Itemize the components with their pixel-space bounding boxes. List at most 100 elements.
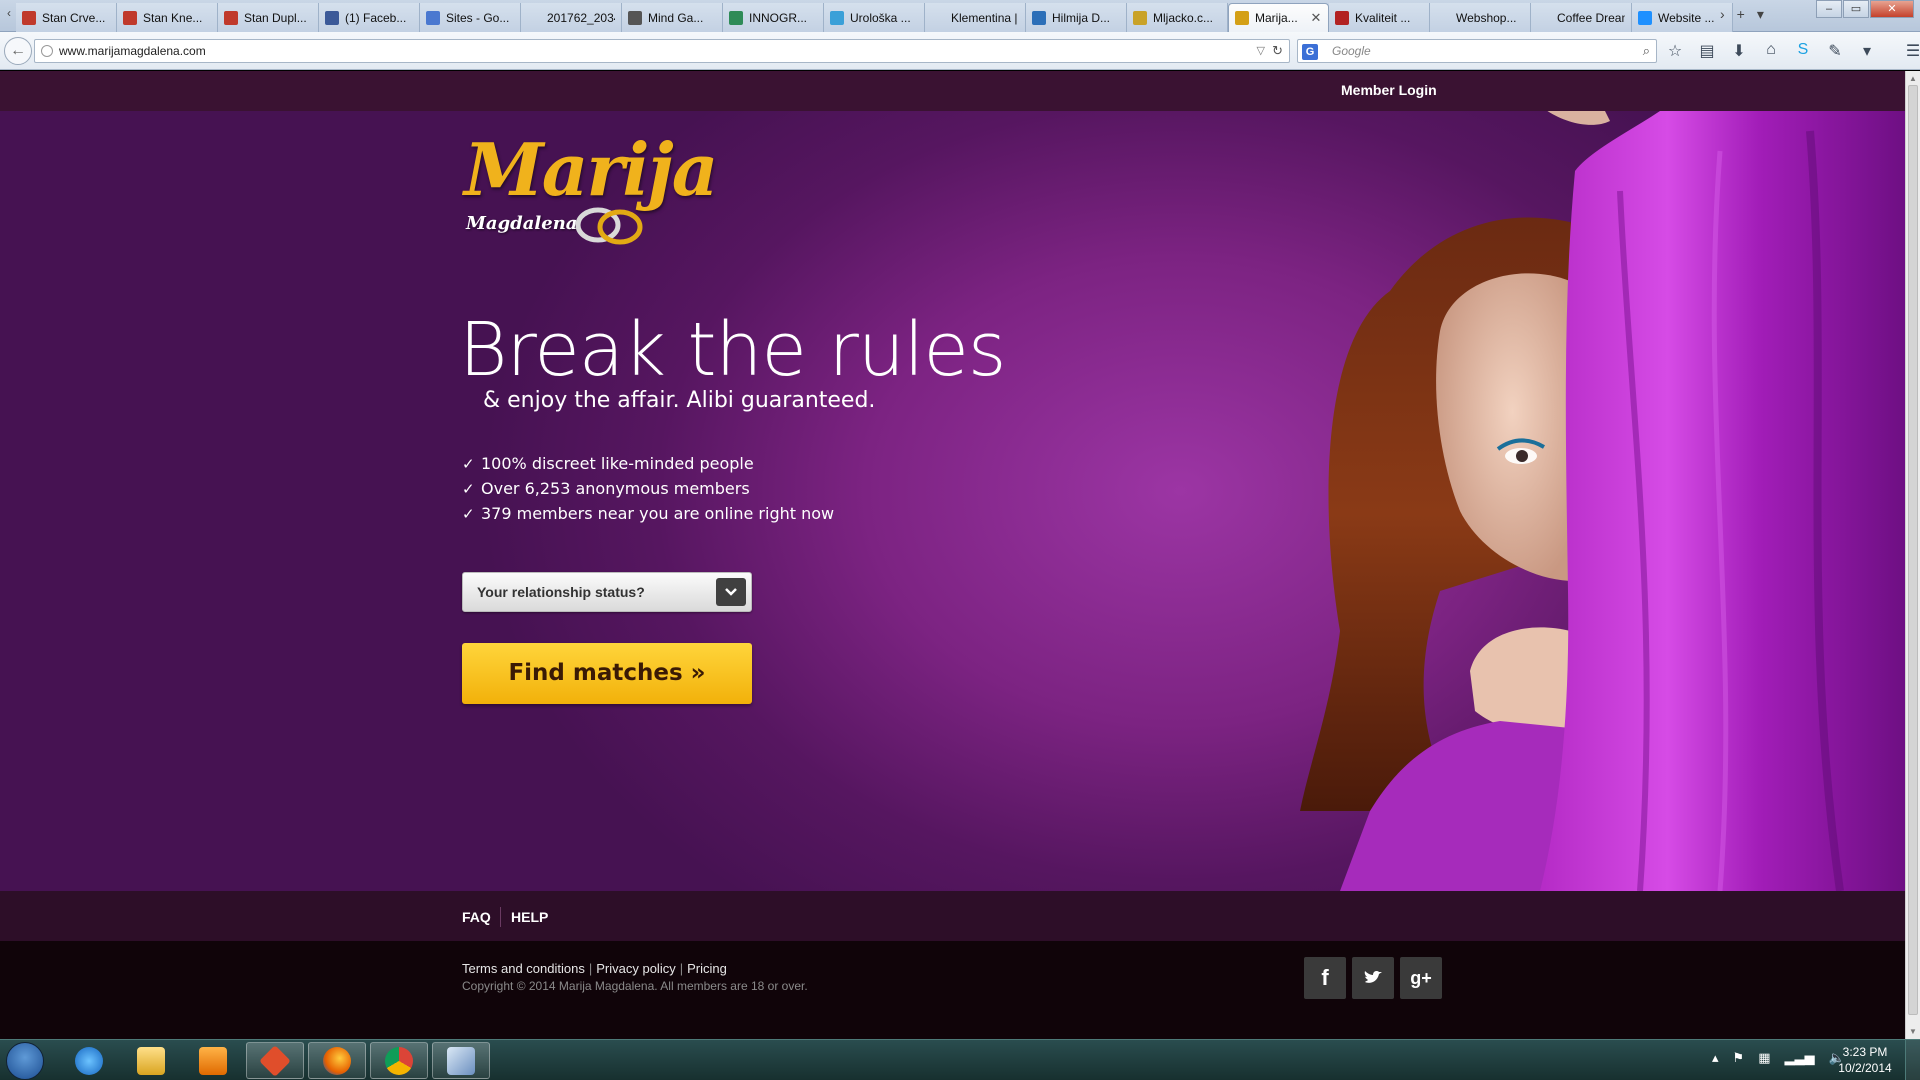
- w-icon: [1436, 11, 1450, 25]
- scrollbar-thumb[interactable]: [1908, 85, 1918, 1015]
- tab-list-icon[interactable]: ▾: [1757, 6, 1764, 23]
- feature-item: ✓ 379 members near you are online right n…: [462, 501, 834, 526]
- chrome-icon[interactable]: [370, 1042, 428, 1079]
- clock-time: 3:23 PM: [1842, 1045, 1888, 1059]
- scroll-up-icon[interactable]: ▲: [1909, 74, 1917, 83]
- page-icon: [729, 10, 743, 25]
- relationship-status-select[interactable]: Your relationship status?: [462, 572, 752, 612]
- windows-taskbar: ▴ ⚑ ▦ ▂▃▅ 🔈 3:23 PM 10/2/2014: [0, 1039, 1920, 1080]
- internet-explorer-icon[interactable]: [60, 1042, 118, 1079]
- pricing-link[interactable]: Pricing: [687, 961, 727, 976]
- logo-subtitle: Magdalena: [466, 213, 578, 234]
- hero-woman-curtain-image: [1300, 111, 1905, 891]
- skype-icon[interactable]: S: [1794, 41, 1812, 61]
- browser-tab[interactable]: Kvaliteit ...: [1329, 3, 1430, 32]
- google-search-engine-icon[interactable]: G: [1302, 44, 1318, 60]
- start-button[interactable]: [6, 1042, 44, 1080]
- site-logo[interactable]: Marija Magdalena: [462, 127, 718, 253]
- maximize-icon[interactable]: ▭: [1843, 0, 1869, 18]
- network-icon[interactable]: ▂▃▅: [1784, 1050, 1814, 1066]
- google-plus-icon[interactable]: g+: [1400, 957, 1442, 999]
- browser-tab[interactable]: Marija... ✕: [1228, 3, 1329, 32]
- browser-tab[interactable]: Urološka ...: [824, 3, 925, 32]
- media-player-icon[interactable]: [184, 1042, 242, 1079]
- addon-icon[interactable]: ✎: [1826, 41, 1844, 61]
- window-close-icon[interactable]: ✕: [1870, 0, 1914, 18]
- tab-title: (1) Faceb...: [345, 10, 407, 25]
- browser-tab[interactable]: Stan Crve...: [16, 3, 117, 32]
- browser-tab[interactable]: Hilmija D...: [1026, 3, 1127, 32]
- virtualbox-icon[interactable]: [432, 1042, 490, 1079]
- tray-expand-icon[interactable]: ▴: [1712, 1050, 1719, 1066]
- browser-tab[interactable]: Coffee Dream...: [1531, 3, 1632, 32]
- browser-tab[interactable]: Webshop...: [1430, 3, 1531, 32]
- hero-subheadline: & enjoy the affair. Alibi guaranteed.: [483, 388, 876, 413]
- bookmarks-menu-icon[interactable]: ▤: [1698, 41, 1716, 61]
- minimize-icon[interactable]: ‒: [1816, 0, 1842, 18]
- tab-strip: Stan Crve... Stan Kne... Stan Dupl... (1) F…: [16, 3, 1733, 32]
- twitter-icon[interactable]: [1352, 957, 1394, 999]
- checkmark-icon: ✓: [462, 454, 475, 473]
- page-viewport: Member Login Marija Magdalena Break the …: [0, 71, 1905, 1039]
- privacy-link[interactable]: Privacy policy: [596, 961, 675, 976]
- home-icon[interactable]: ⌂: [1762, 41, 1780, 61]
- git-icon[interactable]: [246, 1042, 304, 1079]
- facebook-icon[interactable]: f: [1304, 957, 1346, 999]
- rings-icon: [1235, 11, 1249, 25]
- hamburger-menu-icon[interactable]: ☰: [1904, 41, 1920, 61]
- tab-title: INNOGR...: [749, 10, 808, 25]
- action-center-flag-icon[interactable]: ⚑: [1733, 1050, 1745, 1066]
- reload-icon[interactable]: ↻: [1272, 43, 1283, 59]
- terms-link[interactable]: Terms and conditions: [462, 961, 585, 976]
- back-arrow-icon: ←: [10, 42, 26, 59]
- facebook-icon: [325, 10, 339, 25]
- tab-title: Marija...: [1255, 11, 1298, 25]
- show-desktop-button[interactable]: [1905, 1040, 1920, 1080]
- browser-tab[interactable]: Stan Dupl...: [218, 3, 319, 32]
- tab-scroll-left-icon[interactable]: ‹: [2, 6, 16, 26]
- tray-app-icon[interactable]: ▦: [1758, 1050, 1770, 1066]
- tab-title: Stan Crve...: [42, 10, 106, 25]
- footer-bottom: Terms and conditions | Privacy policy | Pric…: [0, 941, 1905, 1039]
- tab-close-icon[interactable]: ✕: [1310, 10, 1322, 26]
- browser-tab[interactable]: Mind Ga...: [622, 3, 723, 32]
- help-link[interactable]: HELP: [511, 909, 548, 925]
- tab-title: Website ...: [1658, 10, 1715, 25]
- chevron-down-icon[interactable]: [716, 578, 746, 606]
- feature-item: ✓ Over 6,253 anonymous members: [462, 476, 834, 501]
- find-matches-button[interactable]: Find matches »: [462, 643, 752, 704]
- cat-icon: [1133, 10, 1147, 25]
- back-button[interactable]: ←: [4, 37, 32, 65]
- file-explorer-icon[interactable]: [122, 1042, 180, 1079]
- member-login-link[interactable]: Member Login: [1341, 82, 1437, 98]
- wedding-rings-icon: [575, 207, 643, 245]
- page-scrollbar[interactable]: ▲ ▼: [1905, 71, 1920, 1039]
- relationship-status-label: Your relationship status?: [477, 584, 645, 600]
- browser-tab[interactable]: Website ...: [1632, 3, 1733, 32]
- copyright-text: Copyright © 2014 Marija Magdalena. All m…: [462, 979, 808, 993]
- url-history-dropdown-icon[interactable]: ▽: [1257, 44, 1265, 57]
- site-identity-icon[interactable]: [41, 45, 53, 57]
- feature-text: 100% discreet like-minded people: [481, 454, 754, 473]
- tab-title: Mind Ga...: [648, 10, 704, 25]
- browser-tab[interactable]: Mljacko.c...: [1127, 3, 1228, 32]
- firefox-icon[interactable]: [308, 1042, 366, 1079]
- taskbar-clock[interactable]: 3:23 PM 10/2/2014: [1820, 1044, 1910, 1076]
- downloads-icon[interactable]: ⬇: [1730, 41, 1748, 61]
- faq-link[interactable]: FAQ: [462, 909, 491, 925]
- browser-tab[interactable]: Klementina | ...: [925, 3, 1026, 32]
- browser-tab[interactable]: Stan Kne...: [117, 3, 218, 32]
- tab-scroll-right-icon[interactable]: ›: [1720, 6, 1725, 23]
- address-bar[interactable]: www.marijamagdalena.com ▽ ↻: [34, 39, 1290, 63]
- browser-tab-bar: ‹ Stan Crve... Stan Kne... Stan Dupl... (1)…: [0, 0, 1920, 32]
- browser-tab[interactable]: INNOGR...: [723, 3, 824, 32]
- bookmark-star-icon[interactable]: ☆: [1666, 41, 1684, 61]
- search-bar[interactable]: G Google ⌕: [1297, 39, 1657, 63]
- new-tab-icon[interactable]: +: [1737, 6, 1745, 23]
- search-icon[interactable]: ⌕: [1643, 43, 1650, 59]
- browser-tab[interactable]: Sites - Go...: [420, 3, 521, 32]
- browser-tab[interactable]: (1) Faceb...: [319, 3, 420, 32]
- scroll-down-icon[interactable]: ▼: [1909, 1027, 1917, 1036]
- browser-tab[interactable]: 201762_20344...: [521, 3, 622, 32]
- more-dropdown-icon[interactable]: ▾: [1858, 41, 1876, 61]
